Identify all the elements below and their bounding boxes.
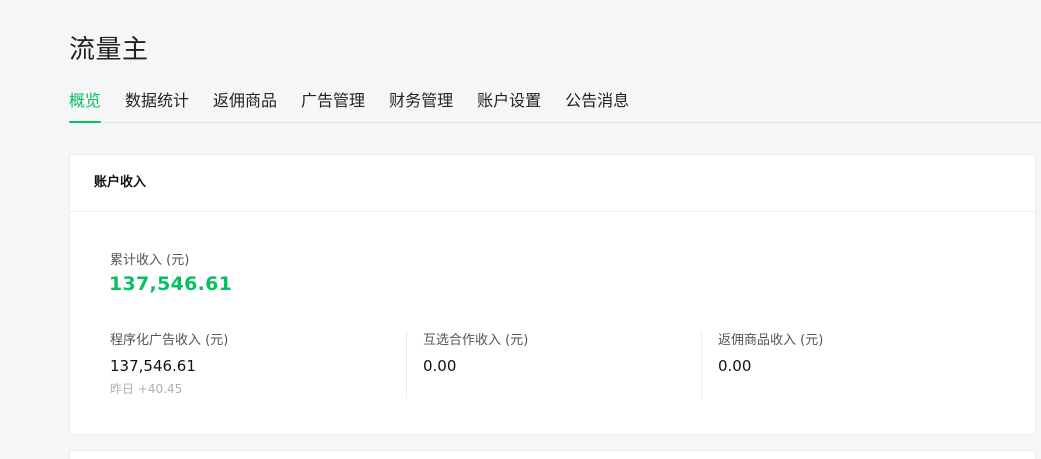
page-title: 流量主 bbox=[69, 35, 149, 65]
metric-value: 0.00 bbox=[423, 357, 457, 375]
tab-finance-management[interactable]: 财务管理 bbox=[389, 84, 453, 122]
tab-data-statistics[interactable]: 数据统计 bbox=[125, 84, 189, 122]
total-income-value: 137,546.61 bbox=[109, 273, 233, 295]
main-tabs: 概览 数据统计 返佣商品 广告管理 财务管理 账户设置 公告消息 bbox=[69, 84, 1041, 123]
rebate-product-income: 返佣商品收入 (元) 0.00 bbox=[718, 331, 823, 401]
tab-ad-management[interactable]: 广告管理 bbox=[301, 84, 365, 122]
programmatic-ad-income: 程序化广告收入 (元) 137,546.61 昨日 +40.45 bbox=[110, 331, 228, 401]
tab-account-settings[interactable]: 账户设置 bbox=[477, 84, 541, 122]
total-income-label: 累计收入 (元) bbox=[110, 253, 190, 268]
tab-overview[interactable]: 概览 bbox=[69, 84, 102, 123]
mutual-selection-income: 互选合作收入 (元) 0.00 bbox=[423, 331, 528, 401]
metric-divider bbox=[701, 331, 702, 399]
next-card bbox=[69, 450, 1036, 459]
metric-label: 互选合作收入 (元) bbox=[423, 333, 529, 348]
metric-divider bbox=[406, 331, 407, 399]
metric-value: 137,546.61 bbox=[110, 357, 196, 375]
metric-yesterday-delta: 昨日 +40.45 bbox=[110, 382, 183, 396]
metric-label: 程序化广告收入 (元) bbox=[110, 333, 229, 348]
page: 流量主 概览 数据统计 返佣商品 广告管理 财务管理 账户设置 公告消息 账户收… bbox=[0, 0, 1041, 459]
metric-value: 0.00 bbox=[718, 357, 752, 375]
card-title: 账户收入 bbox=[70, 155, 1035, 212]
tab-announcements[interactable]: 公告消息 bbox=[565, 84, 629, 122]
account-income-card: 账户收入 累计收入 (元) 137,546.61 程序化广告收入 (元) 137… bbox=[69, 154, 1036, 435]
tab-rebate-products[interactable]: 返佣商品 bbox=[213, 84, 277, 122]
metric-label: 返佣商品收入 (元) bbox=[718, 333, 824, 348]
